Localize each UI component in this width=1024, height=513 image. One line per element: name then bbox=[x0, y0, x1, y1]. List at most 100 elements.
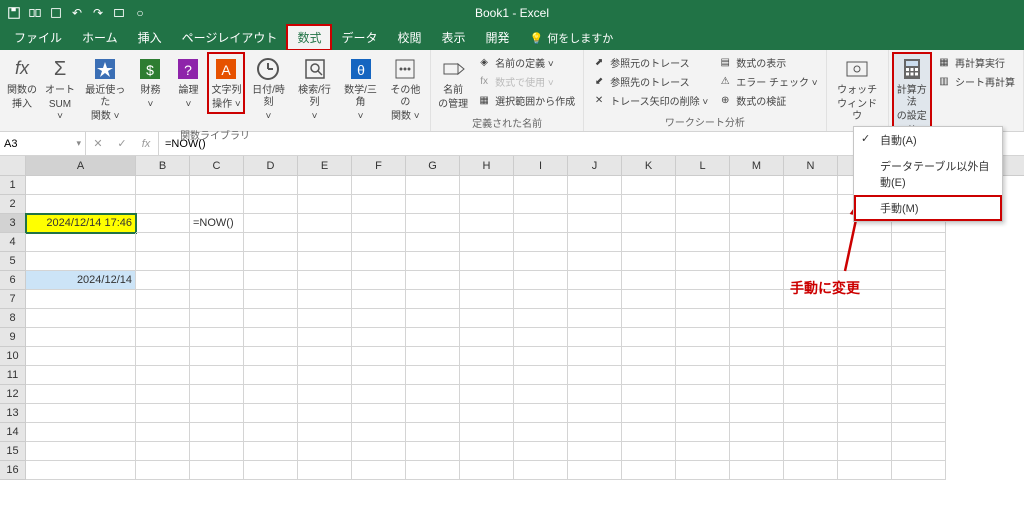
cell[interactable] bbox=[622, 385, 676, 404]
cell[interactable]: =NOW() bbox=[190, 214, 244, 233]
touch-icon[interactable]: ○ bbox=[130, 3, 150, 23]
cell[interactable] bbox=[190, 176, 244, 195]
cell[interactable] bbox=[460, 442, 514, 461]
trace-precedents-button[interactable]: ⬈参照元のトレース bbox=[588, 53, 712, 72]
cell[interactable] bbox=[406, 214, 460, 233]
cell[interactable] bbox=[406, 252, 460, 271]
cell[interactable] bbox=[460, 290, 514, 309]
cell[interactable] bbox=[352, 347, 406, 366]
cell[interactable] bbox=[676, 252, 730, 271]
cell[interactable] bbox=[676, 461, 730, 480]
cell[interactable] bbox=[190, 347, 244, 366]
row-header[interactable]: 5 bbox=[0, 252, 26, 271]
cell[interactable] bbox=[622, 214, 676, 233]
cell[interactable] bbox=[838, 385, 892, 404]
cell[interactable] bbox=[676, 195, 730, 214]
cell[interactable] bbox=[136, 385, 190, 404]
cell[interactable] bbox=[622, 195, 676, 214]
cell[interactable] bbox=[136, 442, 190, 461]
cell[interactable] bbox=[514, 442, 568, 461]
cell[interactable] bbox=[730, 309, 784, 328]
cell[interactable] bbox=[568, 195, 622, 214]
cell[interactable] bbox=[568, 176, 622, 195]
cell[interactable] bbox=[460, 347, 514, 366]
redo-icon[interactable]: ↷ bbox=[88, 3, 108, 23]
cell[interactable] bbox=[514, 214, 568, 233]
cell[interactable] bbox=[460, 404, 514, 423]
cell[interactable] bbox=[352, 176, 406, 195]
tab-home[interactable]: ホーム bbox=[72, 25, 128, 50]
cell[interactable] bbox=[730, 214, 784, 233]
cell[interactable] bbox=[568, 385, 622, 404]
cell[interactable] bbox=[244, 195, 298, 214]
cell[interactable] bbox=[514, 252, 568, 271]
cell[interactable] bbox=[244, 309, 298, 328]
row-header[interactable]: 11 bbox=[0, 366, 26, 385]
row-header[interactable]: 13 bbox=[0, 404, 26, 423]
qat-icon[interactable] bbox=[109, 3, 129, 23]
text-functions-button[interactable]: A 文字列操作 ˅ bbox=[208, 53, 244, 113]
cell[interactable] bbox=[298, 214, 352, 233]
cell[interactable] bbox=[892, 461, 946, 480]
cell[interactable] bbox=[784, 366, 838, 385]
cell[interactable] bbox=[26, 252, 136, 271]
cell[interactable] bbox=[568, 366, 622, 385]
cell[interactable] bbox=[460, 309, 514, 328]
cell[interactable] bbox=[514, 195, 568, 214]
cell[interactable] bbox=[622, 328, 676, 347]
cell[interactable] bbox=[676, 442, 730, 461]
math-button[interactable]: θ 数学/三角˅ bbox=[339, 53, 383, 125]
cell[interactable] bbox=[622, 347, 676, 366]
cell[interactable] bbox=[460, 252, 514, 271]
cell[interactable] bbox=[892, 442, 946, 461]
recent-functions-button[interactable]: 最近使った関数 ˅ bbox=[80, 53, 130, 125]
cell[interactable] bbox=[298, 423, 352, 442]
cell[interactable] bbox=[352, 309, 406, 328]
cell[interactable] bbox=[298, 309, 352, 328]
col-header[interactable]: L bbox=[676, 156, 730, 175]
cell[interactable] bbox=[26, 366, 136, 385]
cell[interactable] bbox=[406, 271, 460, 290]
tab-file[interactable]: ファイル bbox=[4, 25, 72, 50]
cell[interactable] bbox=[622, 442, 676, 461]
row-header[interactable]: 1 bbox=[0, 176, 26, 195]
cell[interactable] bbox=[838, 328, 892, 347]
cell[interactable] bbox=[352, 252, 406, 271]
cell[interactable] bbox=[136, 328, 190, 347]
cell[interactable] bbox=[190, 461, 244, 480]
cell[interactable] bbox=[460, 385, 514, 404]
cell[interactable] bbox=[26, 404, 136, 423]
col-header[interactable]: M bbox=[730, 156, 784, 175]
cell[interactable] bbox=[298, 176, 352, 195]
cell[interactable] bbox=[676, 214, 730, 233]
tell-me[interactable]: 💡 何をしますか bbox=[520, 26, 624, 50]
cell[interactable] bbox=[298, 290, 352, 309]
cell[interactable] bbox=[892, 366, 946, 385]
cell[interactable] bbox=[514, 176, 568, 195]
cell[interactable] bbox=[190, 252, 244, 271]
cell[interactable] bbox=[244, 385, 298, 404]
row-header[interactable]: 9 bbox=[0, 328, 26, 347]
cell[interactable] bbox=[26, 385, 136, 404]
cell[interactable] bbox=[460, 271, 514, 290]
row-header[interactable]: 7 bbox=[0, 290, 26, 309]
tab-formulas[interactable]: 数式 bbox=[287, 25, 331, 50]
cell[interactable] bbox=[568, 290, 622, 309]
cell[interactable] bbox=[838, 404, 892, 423]
cell[interactable] bbox=[190, 328, 244, 347]
cell[interactable] bbox=[838, 461, 892, 480]
select-all-corner[interactable] bbox=[0, 156, 26, 175]
cell[interactable] bbox=[514, 347, 568, 366]
cell[interactable] bbox=[568, 423, 622, 442]
cell[interactable] bbox=[784, 423, 838, 442]
cell[interactable] bbox=[892, 328, 946, 347]
col-header[interactable]: E bbox=[298, 156, 352, 175]
cell[interactable] bbox=[244, 423, 298, 442]
cell[interactable] bbox=[622, 404, 676, 423]
cell[interactable] bbox=[460, 328, 514, 347]
cell[interactable] bbox=[514, 461, 568, 480]
cell[interactable] bbox=[406, 423, 460, 442]
cell[interactable] bbox=[784, 385, 838, 404]
cell[interactable] bbox=[838, 442, 892, 461]
cell[interactable] bbox=[352, 214, 406, 233]
